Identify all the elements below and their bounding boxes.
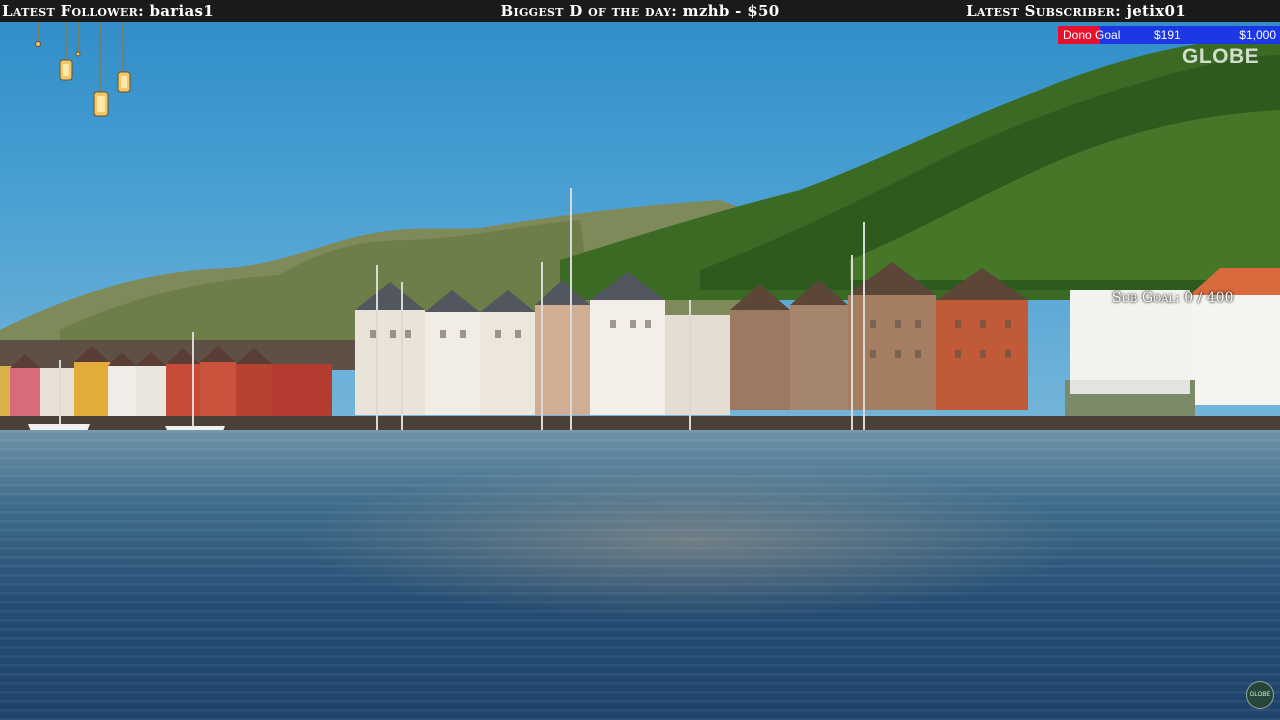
latest-subscriber-value: jetix01 bbox=[1126, 2, 1186, 20]
donation-goal-bar: Dono Goal $191 $1,000 bbox=[1058, 26, 1280, 44]
water-reflection bbox=[300, 460, 1080, 620]
donation-goal-label: Dono Goal bbox=[1063, 28, 1121, 42]
stream-scene bbox=[0, 0, 1280, 720]
biggest-donation-label: Biggest D of the day: bbox=[500, 2, 678, 20]
latest-subscriber: Latest Subscriber: jetix01 bbox=[966, 1, 1186, 21]
latest-subscriber-label: Latest Subscriber: bbox=[966, 2, 1121, 20]
sub-goal-text: Sub Goal: 0 / 400 bbox=[1112, 290, 1234, 306]
stream-alert-bar: Latest Follower: barias1 Biggest D of th… bbox=[0, 0, 1280, 22]
globe-watermark-icon: GLOBE bbox=[1246, 681, 1274, 709]
donation-goal-current: $191 bbox=[1154, 28, 1181, 42]
hanging-lanterns-icon bbox=[35, 22, 131, 117]
biggest-donation-value: mzhb - $50 bbox=[682, 2, 780, 20]
donation-goal-target: $1,000 bbox=[1239, 28, 1276, 42]
globe-logo: GLOBE bbox=[1182, 45, 1260, 68]
